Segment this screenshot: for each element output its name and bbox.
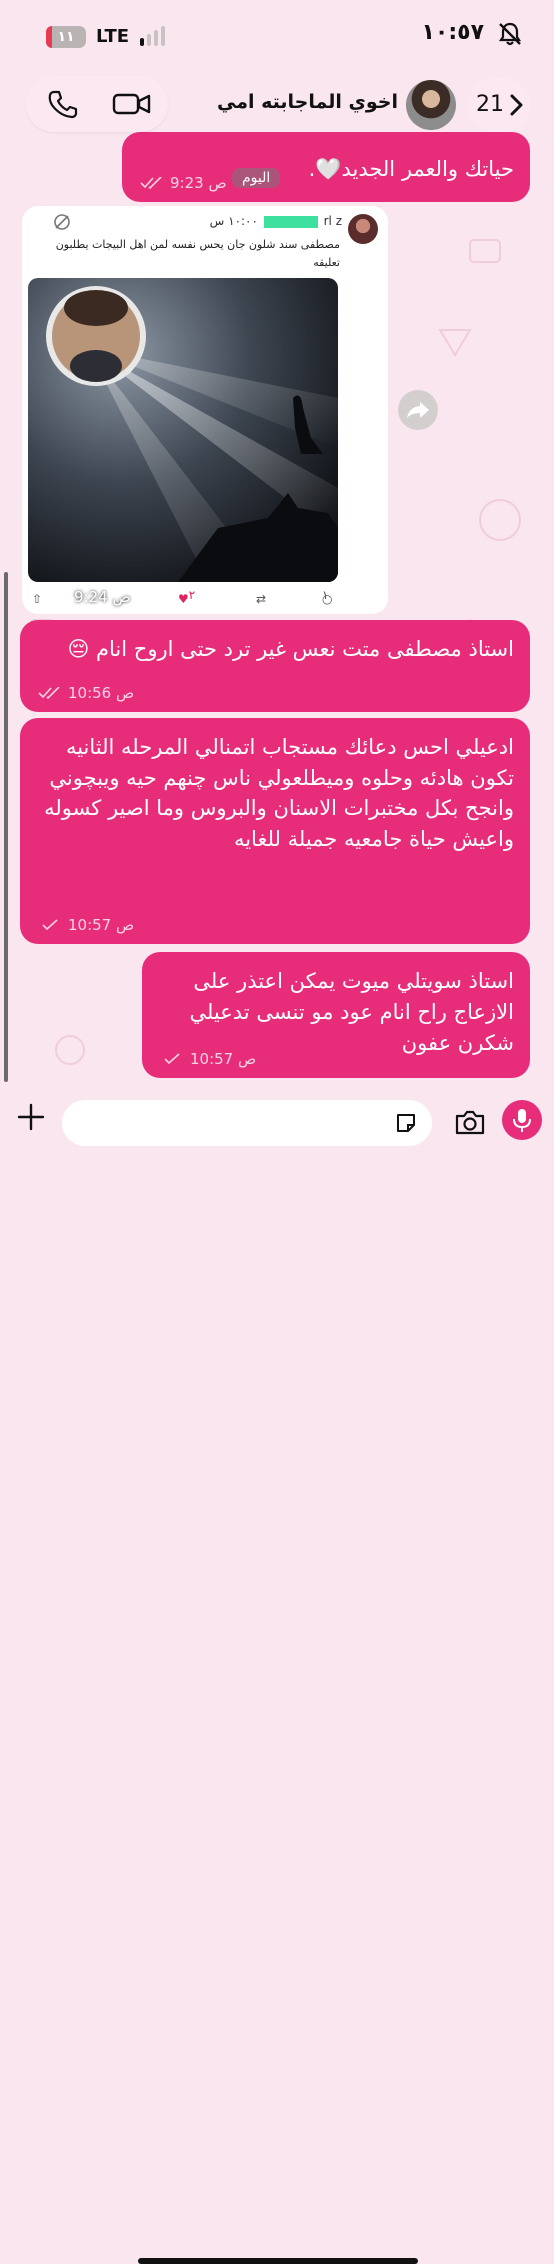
signal-icon bbox=[140, 26, 168, 48]
like-action[interactable]: ♥ ٢ bbox=[178, 588, 195, 606]
chevron-left-icon bbox=[510, 94, 523, 116]
message-meta: 10:57 ص bbox=[160, 1050, 256, 1068]
post-time: ١٠:٠٠ س bbox=[209, 214, 258, 228]
post-author-avatar bbox=[348, 214, 378, 244]
media-time: 9:24 ص bbox=[74, 588, 131, 606]
read-ticks-icon bbox=[38, 687, 60, 699]
post-header: ١٠:٠٠ س rl z bbox=[210, 214, 342, 228]
post-text: مصطفى سند شلون جان يحس نفسه لمن اهل البي… bbox=[55, 238, 340, 269]
message-time: 10:57 ص bbox=[68, 916, 135, 934]
message-time: 9:23 ص bbox=[170, 174, 227, 192]
message-meta: 9:23 ص bbox=[140, 174, 227, 192]
network-type: LTE bbox=[96, 26, 130, 47]
message-text: استاذ مصطفى متت نعس غير ترد حتى اروح انا… bbox=[67, 637, 514, 661]
phone-icon[interactable] bbox=[46, 88, 78, 120]
sticker-icon[interactable] bbox=[394, 1111, 418, 1135]
microphone-icon bbox=[513, 1109, 531, 1132]
message-bubble[interactable]: استاذ مصطفى متت نعس غير ترد حتى اروح انا… bbox=[20, 620, 530, 712]
message-meta: 10:56 ص bbox=[38, 684, 134, 702]
plus-icon[interactable] bbox=[16, 1102, 46, 1132]
contact-avatar[interactable] bbox=[406, 80, 456, 130]
share-icon[interactable]: ⇧ bbox=[32, 592, 42, 606]
retweet-icon[interactable]: ⇄ bbox=[256, 592, 266, 606]
battery-indicator: ١١ bbox=[46, 26, 86, 48]
read-ticks-icon bbox=[140, 177, 162, 189]
bell-slash-icon bbox=[498, 22, 522, 46]
scrollbar[interactable] bbox=[4, 572, 8, 1082]
post-image bbox=[28, 278, 338, 582]
forward-arrow-icon bbox=[407, 402, 429, 418]
reply-count: ١ bbox=[322, 588, 329, 602]
date-chip: اليوم bbox=[232, 168, 281, 188]
message-text: استاذ سويتلي ميوت يمكن اعتذر على الازعاج… bbox=[189, 969, 514, 1055]
message-time: 10:57 ص bbox=[190, 1050, 257, 1068]
sent-tick-icon bbox=[42, 919, 58, 931]
media-message[interactable]: ١٠:٠٠ س rl z مصطفى سند شلون جان يحس نفسه… bbox=[22, 206, 388, 614]
call-actions bbox=[26, 76, 168, 132]
chat-title[interactable]: اخوي الماجابته امي bbox=[217, 91, 398, 113]
camera-icon[interactable] bbox=[454, 1108, 486, 1136]
message-time: 10:56 ص bbox=[68, 684, 135, 702]
reply-action[interactable]: ١ ○ bbox=[322, 588, 332, 606]
status-bar: ١٠:٥٧ LTE ١١ bbox=[0, 0, 554, 76]
batsignal-image bbox=[28, 278, 338, 582]
chat-header: اخوي الماجابته امي 21 bbox=[0, 76, 554, 142]
media-meta: 9:24 ص bbox=[44, 588, 131, 606]
read-ticks-icon bbox=[44, 591, 66, 603]
message-bubble[interactable]: حياتك والعمر الجديد🤍. 9:23 ص bbox=[122, 132, 530, 202]
message-bubble[interactable]: استاذ سويتلي ميوت يمكن اعتذر على الازعاج… bbox=[142, 952, 530, 1078]
message-input[interactable] bbox=[82, 1100, 386, 1148]
microphone-button[interactable] bbox=[502, 1100, 542, 1140]
message-list[interactable]: حياتك والعمر الجديد🤍. 9:23 ص اليوم ١٠:٠٠… bbox=[0, 0, 554, 1200]
sent-tick-icon bbox=[164, 1053, 180, 1065]
message-text: ادعيلي احس دعائك مستجاب اتمنالي المرحله … bbox=[44, 735, 514, 851]
message-bubble[interactable]: ادعيلي احس دعائك مستجاب اتمنالي المرحله … bbox=[20, 718, 530, 944]
composer-bar bbox=[0, 1080, 554, 2264]
app-logo-icon bbox=[54, 214, 70, 230]
status-time: ١٠:٥٧ bbox=[421, 20, 484, 45]
video-camera-icon[interactable] bbox=[112, 88, 152, 120]
battery-level: ١١ bbox=[57, 29, 75, 45]
message-meta: 10:57 ص bbox=[38, 916, 134, 934]
unread-count: 21 bbox=[476, 92, 504, 117]
home-indicator bbox=[138, 2258, 418, 2264]
forward-button[interactable] bbox=[398, 390, 438, 430]
message-input-field[interactable] bbox=[62, 1100, 432, 1148]
redaction-mark bbox=[263, 215, 318, 228]
post-username: rl z bbox=[323, 214, 342, 228]
back-button[interactable]: 21 bbox=[468, 78, 530, 132]
like-count: ٢ bbox=[188, 588, 196, 602]
